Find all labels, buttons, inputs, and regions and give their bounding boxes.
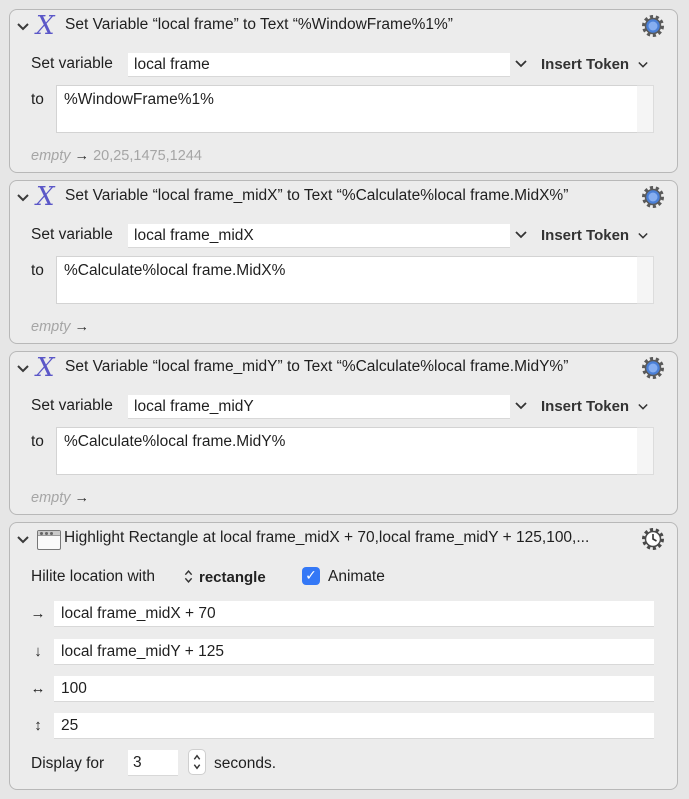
gear-icon[interactable] [641, 185, 665, 209]
action-set-variable-midx: X Set Variable “local frame_midX” to Tex… [9, 180, 678, 344]
variable-name-field[interactable]: local frame [128, 53, 510, 77]
result-empty-label: empty [31, 490, 71, 506]
insert-token-menu[interactable]: Insert Token [541, 56, 629, 73]
gear-clock-icon[interactable] [641, 527, 665, 551]
x-arrow-icon: → [30, 605, 46, 622]
text-field[interactable]: %Calculate%local frame.MidX% [56, 256, 638, 304]
chevron-updown-icon[interactable] [184, 569, 193, 584]
chevron-down-icon[interactable] [638, 232, 648, 240]
variable-x-icon: X [36, 353, 55, 383]
action-title[interactable]: Set Variable “local frame_midX” to Text … [65, 187, 627, 205]
set-variable-label: Set variable [31, 55, 113, 72]
action-title[interactable]: Highlight Rectangle at local frame_midX … [64, 529, 625, 547]
animate-label: Animate [328, 568, 385, 585]
display-for-label: Display for [31, 755, 105, 772]
hilite-location-label: Hilite location with [31, 568, 156, 585]
chevron-down-icon[interactable] [638, 403, 648, 411]
result-empty-label: empty [31, 319, 71, 335]
insert-token-menu[interactable]: Insert Token [541, 227, 629, 244]
chevron-down-icon[interactable] [16, 364, 30, 374]
to-label: to [31, 262, 44, 279]
display-seconds-field[interactable]: 3 [128, 750, 178, 776]
insert-token-menu[interactable]: Insert Token [541, 398, 629, 415]
result-arrow: → [74, 148, 90, 164]
result-arrow: → [74, 490, 90, 506]
text-field[interactable]: %WindowFrame%1% [56, 85, 638, 133]
chevron-updown-icon[interactable] [192, 753, 202, 771]
text-scrollbar[interactable] [637, 85, 654, 133]
action-set-variable-local-frame: X Set Variable “local frame” to Text “%W… [9, 9, 678, 173]
to-label: to [31, 433, 44, 450]
result-row: empty → 20,25,1475,1244 [31, 148, 202, 164]
display-seconds-stepper[interactable] [188, 749, 206, 775]
action-set-variable-midy: X Set Variable “local frame_midY” to Tex… [9, 351, 678, 515]
chevron-down-icon[interactable] [515, 60, 527, 68]
window-dot [45, 532, 48, 535]
result-row: empty → [31, 319, 89, 335]
y-position-field[interactable]: local frame_midY + 125 [54, 639, 654, 665]
action-title[interactable]: Set Variable “local frame_midY” to Text … [65, 358, 627, 376]
animate-checkbox[interactable]: ✓ [302, 567, 320, 585]
action-highlight-rectangle: Highlight Rectangle at local frame_midX … [9, 522, 678, 790]
variable-name-field[interactable]: local frame_midY [128, 395, 510, 419]
variable-name-field[interactable]: local frame_midX [128, 224, 510, 248]
chevron-down-icon[interactable] [515, 402, 527, 410]
action-title[interactable]: Set Variable “local frame” to Text “%Win… [65, 16, 627, 34]
window-icon [37, 530, 61, 550]
seconds-label: seconds. [214, 755, 277, 772]
hilite-shape-popup[interactable]: rectangle [199, 569, 266, 586]
chevron-down-icon[interactable] [16, 535, 30, 545]
chevron-down-icon[interactable] [16, 193, 30, 203]
chevron-down-icon[interactable] [16, 22, 30, 32]
variable-x-icon: X [36, 182, 55, 212]
result-row: empty → [31, 490, 89, 506]
set-variable-label: Set variable [31, 226, 113, 243]
width-field[interactable]: 100 [54, 676, 654, 702]
result-value: 20,25,1475,1244 [93, 148, 202, 164]
chevron-down-icon[interactable] [515, 231, 527, 239]
window-dot [40, 532, 43, 535]
result-empty-label: empty [31, 148, 71, 164]
gear-icon[interactable] [641, 14, 665, 38]
to-label: to [31, 91, 44, 108]
y-arrow-icon: ↓ [34, 643, 42, 660]
height-field[interactable]: 25 [54, 713, 654, 739]
text-scrollbar[interactable] [637, 256, 654, 304]
variable-x-icon: X [36, 11, 55, 41]
chevron-down-icon[interactable] [638, 61, 648, 69]
text-scrollbar[interactable] [637, 427, 654, 475]
width-arrow-icon: ↔ [30, 680, 46, 697]
height-arrow-icon: ↕ [34, 717, 42, 734]
set-variable-label: Set variable [31, 397, 113, 414]
text-field[interactable]: %Calculate%local frame.MidY% [56, 427, 638, 475]
window-dot [50, 532, 53, 535]
x-position-field[interactable]: local frame_midX + 70 [54, 601, 654, 627]
result-arrow: → [74, 319, 90, 335]
gear-icon[interactable] [641, 356, 665, 380]
